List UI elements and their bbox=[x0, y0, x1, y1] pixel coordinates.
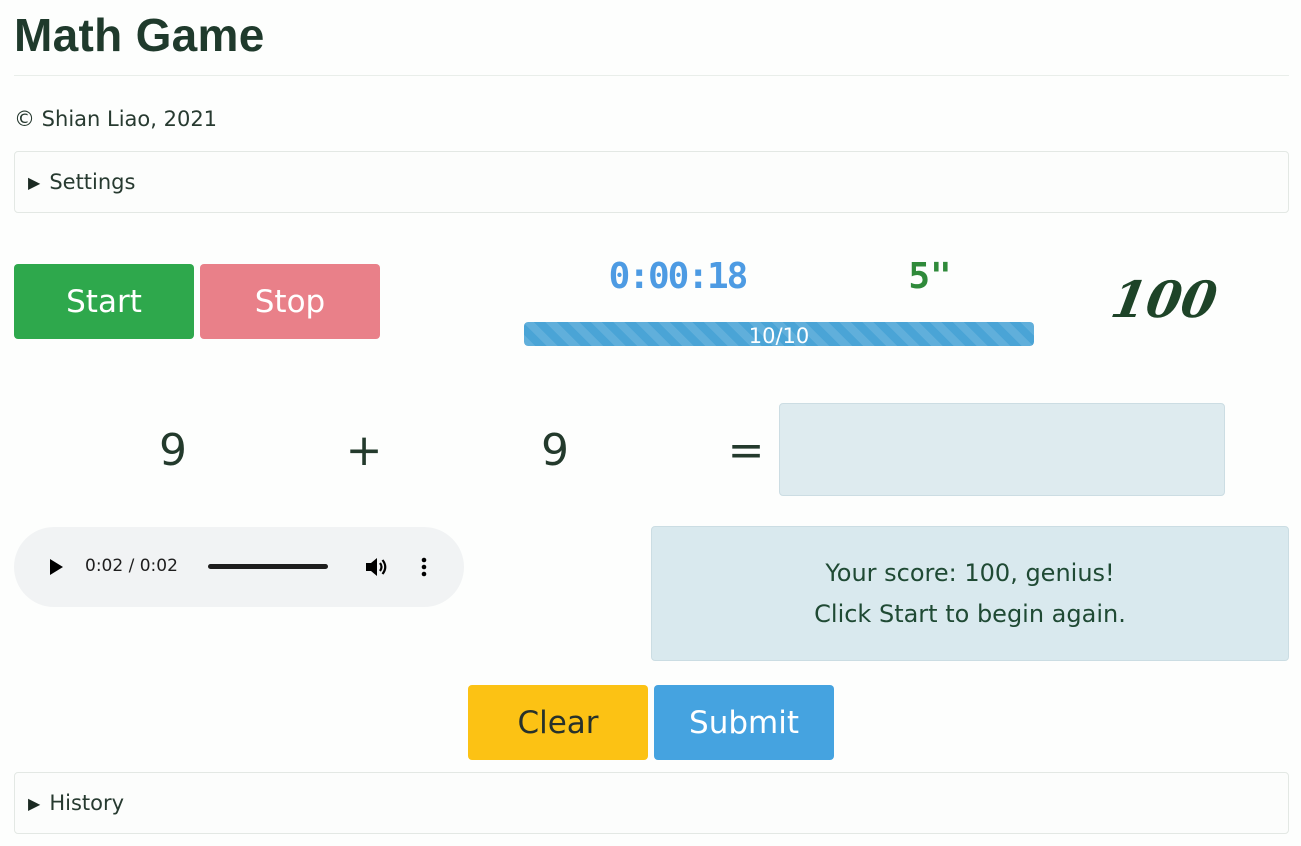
score-message-line1: Your score: 100, genius! bbox=[825, 558, 1115, 587]
audio-time: 0:02 / 0:02 bbox=[85, 556, 178, 576]
elapsed-timer: 0:00:18 bbox=[608, 256, 749, 297]
progress-label: 10/10 bbox=[748, 324, 810, 346]
audio-seek-bar[interactable] bbox=[208, 564, 328, 569]
equals-sign: = bbox=[727, 425, 765, 476]
more-options-icon[interactable] bbox=[418, 555, 430, 579]
operand-a: 9 bbox=[159, 425, 187, 476]
math-game-page: Math Game © Shian Liao, 2021 ▶ Settings … bbox=[0, 0, 1301, 846]
disclosure-triangle-icon: ▶ bbox=[28, 793, 41, 813]
settings-disclosure[interactable]: ▶ Settings bbox=[14, 151, 1289, 213]
operand-b: 9 bbox=[541, 425, 569, 476]
audio-player: 0:02 / 0:02 bbox=[14, 527, 464, 607]
start-button[interactable]: Start bbox=[14, 264, 194, 339]
clear-button[interactable]: Clear bbox=[468, 685, 648, 760]
score-message-line2: Click Start to begin again. bbox=[814, 599, 1126, 628]
copyright-text: © Shian Liao, 2021 bbox=[14, 107, 218, 131]
history-label: History bbox=[49, 791, 125, 815]
disclosure-triangle-icon: ▶ bbox=[28, 172, 41, 192]
stop-button[interactable]: Stop bbox=[200, 264, 380, 339]
play-icon[interactable] bbox=[50, 559, 63, 575]
answer-input[interactable] bbox=[779, 403, 1225, 496]
score-display: 100 bbox=[1106, 270, 1222, 329]
page-title: Math Game bbox=[14, 9, 265, 61]
operator: + bbox=[345, 425, 383, 476]
submit-button[interactable]: Submit bbox=[654, 685, 834, 760]
settings-label: Settings bbox=[49, 170, 136, 194]
title-divider bbox=[14, 75, 1289, 76]
score-message: Your score: 100, genius! Click Start to … bbox=[651, 526, 1289, 661]
countdown-seconds: 5" bbox=[908, 256, 952, 297]
progress-bar: 10/10 bbox=[524, 322, 1034, 346]
volume-icon[interactable] bbox=[364, 555, 390, 579]
history-disclosure[interactable]: ▶ History bbox=[14, 772, 1289, 834]
